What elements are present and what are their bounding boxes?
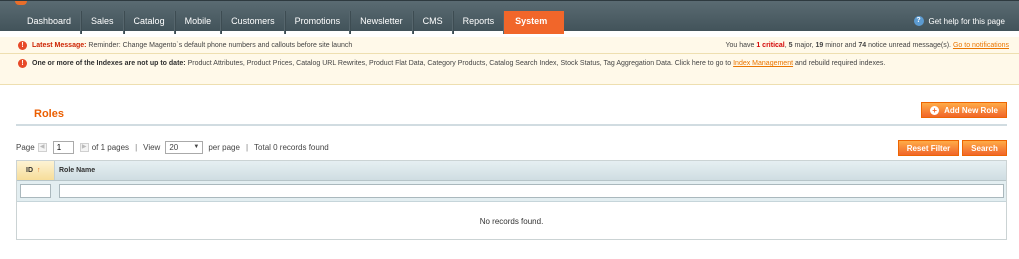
nav-item-mobile[interactable]: Mobile xyxy=(174,11,222,34)
page-label: Page xyxy=(16,142,35,152)
roles-grid: ID ↑ Role Name No records found. xyxy=(16,160,1007,240)
of-pages-label: of 1 pages xyxy=(91,142,130,152)
help-label: Get help for this page xyxy=(928,16,1006,26)
add-new-role-label: Add New Role xyxy=(944,105,998,115)
notice-count: 74 xyxy=(858,42,867,49)
latest-message-text: Reminder: Change Magento`s default phone… xyxy=(88,42,353,49)
per-page-value: 20 xyxy=(169,142,179,152)
nav-item-promotions[interactable]: Promotions xyxy=(284,11,351,34)
plus-icon: + xyxy=(930,105,940,115)
per-page-select[interactable]: 20 ▼ xyxy=(165,140,204,154)
total-records: Total 0 records found xyxy=(254,142,329,152)
warning-icon: ! xyxy=(18,41,27,50)
per-page-label: per page xyxy=(208,142,240,152)
major-count: 5 xyxy=(788,42,793,49)
search-button[interactable]: Search xyxy=(962,140,1007,156)
latest-message: Latest Message: Reminder: Change Magento… xyxy=(32,42,352,49)
notice-label: notice unread message(s). xyxy=(868,42,952,49)
minor-count: 19 xyxy=(815,42,824,49)
separator: | xyxy=(245,142,249,152)
column-id-label: ID xyxy=(26,167,33,174)
nav-item-newsletter[interactable]: Newsletter xyxy=(350,11,413,34)
add-new-role-button[interactable]: + Add New Role xyxy=(921,102,1007,118)
go-to-notifications-link[interactable]: Go to notifications xyxy=(953,42,1009,49)
previous-page-icon[interactable]: ◀ xyxy=(37,142,47,152)
nav-item-system[interactable]: System xyxy=(504,11,565,34)
view-label: View xyxy=(143,142,161,152)
column-header-role-name[interactable]: Role Name xyxy=(59,167,95,174)
major-label: major, xyxy=(794,42,814,49)
help-link[interactable]: ? Get help for this page xyxy=(913,16,1006,26)
sort-ascending-icon: ↑ xyxy=(37,167,41,174)
index-management-link[interactable]: Index Management xyxy=(733,60,793,67)
page-number-input[interactable] xyxy=(52,140,74,154)
nav-item-catalog[interactable]: Catalog xyxy=(123,11,175,34)
index-message-tail: and rebuild required indexes. xyxy=(795,60,886,67)
index-message-text: Product Attributes, Product Prices, Cata… xyxy=(187,60,732,67)
magento-logo[interactable] xyxy=(15,1,27,5)
column-header-id[interactable]: ID ↑ xyxy=(17,161,55,180)
latest-message-label: Latest Message: xyxy=(32,42,87,49)
empty-message: No records found. xyxy=(479,217,544,226)
summary-prefix: You have xyxy=(725,42,755,49)
critical-count: 1 critical xyxy=(756,42,785,49)
reset-filter-button[interactable]: Reset Filter xyxy=(898,140,959,156)
latest-message-notice: ! Latest Message: Reminder: Change Magen… xyxy=(0,37,1019,54)
page-title: Roles xyxy=(34,108,64,120)
nav-item-cms[interactable]: CMS xyxy=(412,11,453,34)
index-message-label: One or more of the Indexes are not up to… xyxy=(32,60,186,67)
role-name-filter-input[interactable] xyxy=(59,184,1004,198)
index-message: One or more of the Indexes are not up to… xyxy=(32,59,1002,69)
nav-item-customers[interactable]: Customers xyxy=(221,11,285,34)
unread-summary: You have 1 critical, 5 major, 19 minor a… xyxy=(725,42,1009,49)
pager: Page ◀ ▶ of 1 pages | View 20 ▼ per page… xyxy=(16,140,329,154)
nav-item-sales[interactable]: Sales xyxy=(81,11,124,34)
minor-label: minor and xyxy=(825,42,857,49)
warning-icon: ! xyxy=(18,59,27,68)
next-page-icon[interactable]: ▶ xyxy=(79,142,89,152)
nav-menu: Dashboard Sales Catalog Mobile Customers… xyxy=(18,11,565,34)
filter-row xyxy=(17,181,1006,202)
main-navigation: Dashboard Sales Catalog Mobile Customers… xyxy=(0,0,1019,34)
separator: | xyxy=(135,142,138,152)
nav-item-reports[interactable]: Reports xyxy=(452,11,505,34)
question-circle-icon: ? xyxy=(913,16,924,26)
index-notice: ! One or more of the Indexes are not up … xyxy=(0,54,1019,85)
nav-item-dashboard[interactable]: Dashboard xyxy=(18,11,82,34)
title-divider xyxy=(16,124,1007,126)
grid-header: ID ↑ Role Name xyxy=(17,161,1006,181)
id-filter-input[interactable] xyxy=(20,184,51,198)
chevron-down-icon: ▼ xyxy=(193,144,200,150)
